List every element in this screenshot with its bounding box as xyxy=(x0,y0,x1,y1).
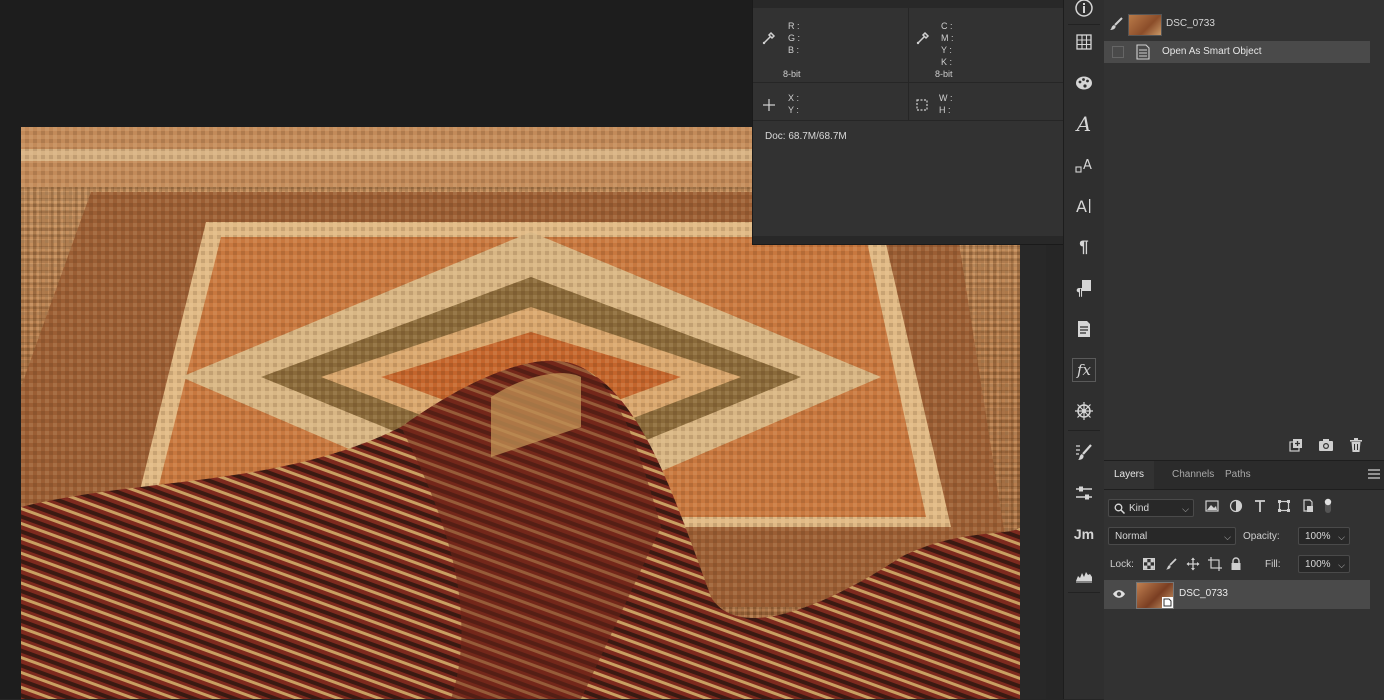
glyphs-icon[interactable]: A xyxy=(1068,149,1100,181)
history-brush-source-icon[interactable] xyxy=(1108,16,1124,32)
panel-menu-icon[interactable] xyxy=(1368,469,1380,479)
filter-smart-object-icon[interactable] xyxy=(1301,499,1315,513)
trash-icon[interactable] xyxy=(1348,437,1364,453)
layer-filter-kind-value: Kind xyxy=(1129,503,1150,514)
document-step-icon xyxy=(1136,44,1150,60)
cmyk-m-label: M : xyxy=(941,33,954,43)
fill-input[interactable]: 100% ⌵ xyxy=(1298,555,1350,573)
grid-icon[interactable] xyxy=(1068,26,1100,58)
rgb-b-label: B : xyxy=(788,45,800,55)
notes-icon[interactable] xyxy=(1068,313,1100,345)
jm-plugin-icon[interactable]: Jm xyxy=(1068,518,1100,550)
position-x-label: X : xyxy=(788,93,800,103)
info-divider xyxy=(908,8,909,120)
cmyk-y-label: Y : xyxy=(941,45,952,55)
eye-visibility-icon[interactable] xyxy=(1112,589,1126,599)
fill-label: Fill: xyxy=(1265,559,1281,570)
navigator-wheel-icon[interactable] xyxy=(1068,395,1100,427)
new-document-from-state-icon[interactable] xyxy=(1288,437,1304,453)
opacity-input[interactable]: 100% ⌵ xyxy=(1298,527,1350,545)
layers-panel-tabs: Layers Channels Paths xyxy=(1104,461,1384,490)
opacity-label: Opacity: xyxy=(1243,531,1280,542)
layer-filter-kind-select[interactable]: Kind ⌵ xyxy=(1108,499,1194,517)
blend-mode-select[interactable]: Normal ⌵ xyxy=(1108,527,1236,545)
smart-object-badge-icon xyxy=(1162,597,1173,608)
lock-position-icon[interactable] xyxy=(1186,557,1200,571)
info-panel-bottom-bar xyxy=(753,236,1063,244)
filter-shape-layer-icon[interactable] xyxy=(1277,499,1291,513)
histogram-icon[interactable] xyxy=(1068,559,1100,591)
brush-presets-icon[interactable] xyxy=(1068,436,1100,468)
chevron-down-icon[interactable]: ⌵ xyxy=(1338,556,1345,574)
info-panel-header xyxy=(753,0,1063,8)
lock-all-icon[interactable] xyxy=(1230,557,1242,571)
history-source-checkbox[interactable] xyxy=(1112,46,1124,58)
character-style-icon[interactable]: A xyxy=(1068,108,1100,140)
eyedropper-icon[interactable] xyxy=(761,30,777,46)
paragraph-styles-icon[interactable]: ¶ xyxy=(1068,272,1100,304)
blend-mode-value: Normal xyxy=(1115,531,1148,542)
palette-icon[interactable] xyxy=(1068,67,1100,99)
opacity-value: 100% xyxy=(1305,531,1331,542)
history-step-label: Open As Smart Object xyxy=(1162,46,1262,57)
filter-type-layer-icon[interactable] xyxy=(1253,499,1267,513)
fill-value: 100% xyxy=(1305,559,1331,570)
size-w-label: W : xyxy=(939,93,953,103)
search-icon xyxy=(1114,503,1125,514)
tab-layers[interactable]: Layers xyxy=(1104,461,1155,489)
layers-panel: Layers Channels Paths Kind ⌵ Normal ⌵ Op… xyxy=(1104,460,1384,700)
layer-row[interactable]: DSC_0733 xyxy=(1104,580,1370,609)
history-snapshot-name: DSC_0733 xyxy=(1166,18,1215,29)
rgb-bitdepth: 8-bit xyxy=(783,69,801,79)
dock-separator xyxy=(1068,430,1100,431)
chevron-down-icon[interactable]: ⌵ xyxy=(1338,528,1345,546)
position-y-label: Y : xyxy=(788,105,799,115)
lock-artboard-icon[interactable] xyxy=(1208,557,1222,571)
svg-text:A: A xyxy=(1076,197,1087,216)
selection-size-icon xyxy=(916,99,928,111)
dock-separator xyxy=(1068,592,1100,593)
cmyk-bitdepth: 8-bit xyxy=(935,69,953,79)
size-h-label: H : xyxy=(939,105,951,115)
history-panel: DSC_0733 Open As Smart Object xyxy=(1104,0,1384,460)
dock-separator xyxy=(1068,24,1100,25)
paragraph-icon[interactable]: ¶ xyxy=(1068,231,1100,263)
history-footer xyxy=(1288,437,1364,453)
filter-pixel-layer-icon[interactable] xyxy=(1205,499,1219,513)
lock-transparent-pixels-icon[interactable] xyxy=(1143,558,1155,570)
adjustments-icon[interactable] xyxy=(1068,477,1100,509)
character-icon[interactable]: A xyxy=(1068,190,1100,222)
svg-text:¶: ¶ xyxy=(1076,286,1083,298)
camera-snapshot-icon[interactable] xyxy=(1318,437,1334,453)
filter-toggle-switch-icon[interactable] xyxy=(1323,497,1333,515)
crosshair-icon xyxy=(763,99,775,111)
chevron-down-icon: ⌵ xyxy=(1182,504,1189,514)
layer-thumbnail[interactable] xyxy=(1136,582,1174,609)
info-icon[interactable] xyxy=(1068,0,1100,24)
tab-paths[interactable]: Paths xyxy=(1215,461,1261,489)
document-size-readout: Doc: 68.7M/68.7M xyxy=(765,131,847,142)
layer-name[interactable]: DSC_0733 xyxy=(1179,588,1228,599)
filter-adjustment-layer-icon[interactable] xyxy=(1229,499,1243,513)
styles-fx-icon[interactable]: fx xyxy=(1072,358,1096,382)
eyedropper-icon[interactable] xyxy=(915,30,931,46)
rgb-g-label: G : xyxy=(788,33,801,43)
chevron-down-icon: ⌵ xyxy=(1224,532,1231,542)
history-snapshot-row[interactable]: DSC_0733 xyxy=(1104,10,1370,38)
history-step-row[interactable]: Open As Smart Object xyxy=(1104,41,1370,63)
svg-text:A: A xyxy=(1083,158,1092,173)
history-snapshot-thumbnail xyxy=(1128,14,1162,36)
lock-label: Lock: xyxy=(1110,559,1134,570)
panel-dock-strip: A A A ¶ ¶ fx Jm xyxy=(1063,0,1105,699)
rgb-r-label: R : xyxy=(788,21,800,31)
lock-image-pixels-icon[interactable] xyxy=(1165,558,1177,570)
info-panel: R : G : B : 8-bit C : M : Y : K : 8-bit … xyxy=(752,0,1063,245)
cmyk-c-label: C : xyxy=(941,21,953,31)
cmyk-k-label: K : xyxy=(941,57,953,67)
